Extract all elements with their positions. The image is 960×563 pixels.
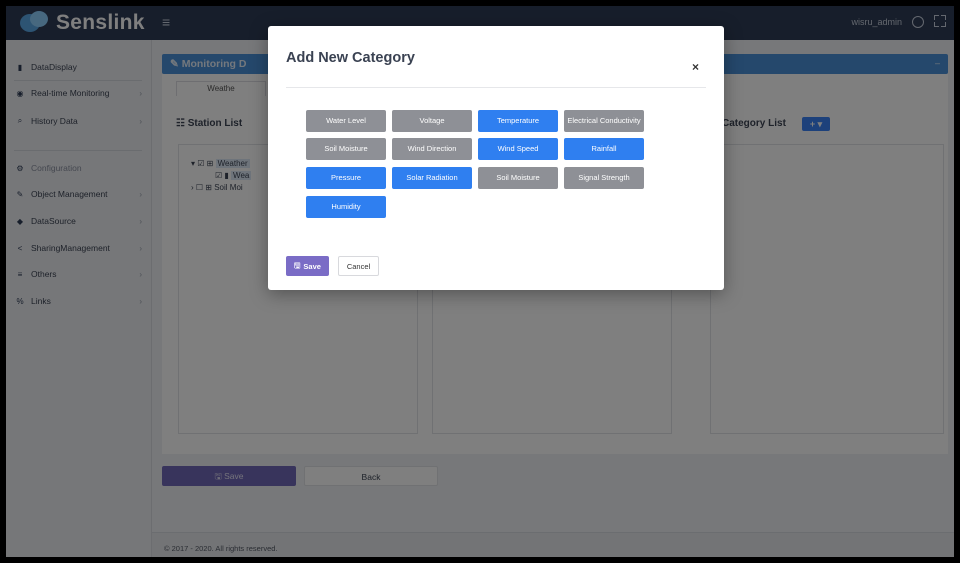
category-button-soil-moisture[interactable]: Soil Moisture — [306, 138, 386, 160]
modal-cancel-button[interactable]: Cancel — [338, 256, 379, 276]
close-icon[interactable]: × — [692, 60, 699, 74]
category-button-wind-direction[interactable]: Wind Direction — [392, 138, 472, 160]
modal-divider — [286, 87, 706, 88]
category-button-signal-strength[interactable]: Signal Strength — [564, 167, 644, 189]
app-window: Senslink ≡ wisru_admin ▮ DataDisplay ◉ R… — [0, 0, 960, 563]
add-category-modal: Add New Category × Water Level Voltage T… — [268, 26, 724, 290]
category-button-rainfall[interactable]: Rainfall — [564, 138, 644, 160]
category-button-pressure[interactable]: Pressure — [306, 167, 386, 189]
category-button-water-level[interactable]: Water Level — [306, 110, 386, 132]
category-button-humidity[interactable]: Humidity — [306, 196, 386, 218]
category-button-temperature[interactable]: Temperature — [478, 110, 558, 132]
category-button-soil-moisture-2[interactable]: Soil Moisture — [478, 167, 558, 189]
save-icon: 🖫 — [294, 260, 301, 270]
category-button-wind-speed[interactable]: Wind Speed — [478, 138, 558, 160]
modal-title: Add New Category — [286, 50, 415, 66]
category-button-solar-radiation[interactable]: Solar Radiation — [392, 167, 472, 189]
modal-save-label: Save — [303, 261, 321, 271]
category-button-voltage[interactable]: Voltage — [392, 110, 472, 132]
category-button-electrical-conductivity[interactable]: Electrical Conductivity — [564, 110, 644, 132]
modal-save-button[interactable]: 🖫 Save — [286, 256, 329, 276]
